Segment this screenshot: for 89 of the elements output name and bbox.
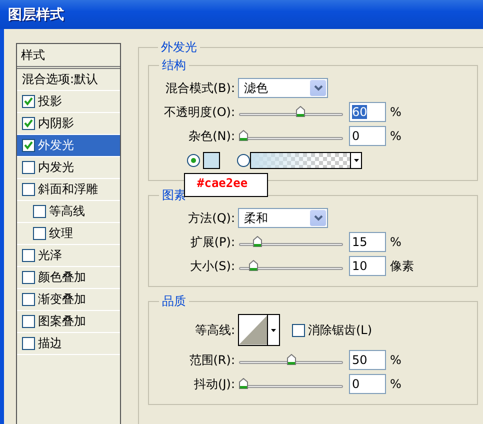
- number-field[interactable]: 15: [349, 232, 386, 252]
- checkbox[interactable]: [22, 293, 35, 306]
- style-item[interactable]: 描边: [17, 333, 120, 355]
- contour-picker[interactable]: [238, 314, 280, 346]
- slider[interactable]: [239, 130, 343, 142]
- group-title: 图素: [161, 187, 187, 204]
- style-label: 颜色叠加: [38, 269, 86, 286]
- style-label: 纹理: [49, 225, 73, 242]
- field-label: 混合模式(B):: [164, 80, 236, 96]
- unit-label: %: [390, 235, 402, 249]
- unit-label: %: [390, 353, 402, 367]
- slider[interactable]: [239, 236, 343, 248]
- slider[interactable]: [239, 260, 343, 272]
- checkbox[interactable]: [33, 227, 46, 240]
- style-item[interactable]: 纹理: [17, 223, 120, 245]
- panel-title: 外发光: [160, 39, 198, 56]
- unit-label: 像素: [390, 258, 414, 274]
- dropdown[interactable]: 滤色: [238, 78, 328, 98]
- style-item[interactable]: 内发光: [17, 157, 120, 179]
- list-header: 样式: [17, 44, 120, 69]
- color-code-callout: #cae2ee: [184, 173, 268, 197]
- slider[interactable]: [239, 354, 343, 366]
- field-label: 等高线:: [194, 322, 236, 338]
- style-label: 内发光: [38, 159, 74, 176]
- style-item[interactable]: 等高线: [17, 201, 120, 223]
- unit-label: %: [390, 105, 402, 119]
- slider-thumb[interactable]: [296, 106, 305, 117]
- number-field[interactable]: 0: [349, 374, 386, 394]
- unit-label: %: [390, 129, 402, 143]
- number-field[interactable]: 50: [349, 350, 386, 370]
- group-title: 结构: [161, 57, 187, 74]
- style-label: 投影: [38, 93, 62, 110]
- slider[interactable]: [239, 106, 343, 118]
- slider[interactable]: [239, 378, 343, 390]
- checkbox[interactable]: [22, 139, 35, 152]
- field-label: 方法(Q):: [187, 210, 236, 226]
- slider-thumb[interactable]: [239, 378, 248, 389]
- slider-thumb[interactable]: [253, 236, 262, 247]
- checkbox[interactable]: [292, 324, 305, 336]
- field-label: 不透明度(O):: [163, 104, 236, 120]
- style-label: 描边: [38, 335, 62, 352]
- style-item[interactable]: 外发光: [17, 135, 120, 157]
- number-field[interactable]: 10: [349, 256, 386, 276]
- style-label: 斜面和浮雕: [38, 181, 98, 198]
- style-label: 外发光: [38, 137, 74, 154]
- radio-button[interactable]: [237, 154, 250, 166]
- slider-thumb[interactable]: [248, 260, 258, 271]
- style-item[interactable]: 颜色叠加: [17, 267, 120, 289]
- checkbox-label: 消除锯齿(L): [308, 322, 372, 338]
- chevron-icon: [310, 210, 326, 226]
- checkbox[interactable]: [22, 161, 35, 174]
- chevron-icon: [310, 80, 326, 96]
- group-title: 品质: [161, 293, 187, 310]
- caret-icon: [354, 158, 358, 162]
- checkbox[interactable]: [22, 183, 35, 196]
- style-item[interactable]: 图案叠加: [17, 311, 120, 333]
- dropdown[interactable]: 柔和: [238, 208, 328, 228]
- slider-thumb[interactable]: [239, 130, 248, 141]
- style-item[interactable]: 光泽: [17, 245, 120, 267]
- color-swatch[interactable]: [203, 152, 220, 168]
- gradient-picker[interactable]: [250, 152, 362, 168]
- style-label: 渐变叠加: [38, 291, 86, 308]
- slider-thumb[interactable]: [286, 354, 296, 365]
- unit-label: %: [390, 377, 402, 391]
- checkbox[interactable]: [33, 205, 46, 218]
- number-field[interactable]: 0: [349, 126, 386, 146]
- blend-options-item[interactable]: 混合选项:默认: [17, 69, 120, 91]
- style-label: 光泽: [38, 247, 62, 264]
- field-label: 抖动(J):: [193, 376, 236, 392]
- checkbox[interactable]: [22, 271, 35, 284]
- caret-icon: [271, 328, 276, 332]
- field-label: 范围(R):: [188, 352, 236, 368]
- style-item[interactable]: 渐变叠加: [17, 289, 120, 311]
- style-label: 图案叠加: [38, 313, 86, 330]
- field-label: 大小(S):: [188, 258, 236, 274]
- checkbox[interactable]: [22, 117, 35, 130]
- checkbox[interactable]: [22, 95, 35, 108]
- style-label: 等高线: [49, 203, 85, 220]
- checkbox[interactable]: [22, 315, 35, 328]
- field-label: 杂色(N):: [188, 128, 236, 144]
- style-item[interactable]: 斜面和浮雕: [17, 179, 120, 201]
- style-item[interactable]: 投影: [17, 91, 120, 113]
- checkbox[interactable]: [22, 249, 35, 262]
- style-label: 内阴影: [38, 115, 74, 132]
- field-label: 扩展(P):: [189, 234, 236, 250]
- window-title: 图层样式: [8, 6, 64, 24]
- radio-button[interactable]: [187, 154, 200, 166]
- checkbox[interactable]: [22, 337, 35, 350]
- number-field[interactable]: 60: [349, 102, 386, 122]
